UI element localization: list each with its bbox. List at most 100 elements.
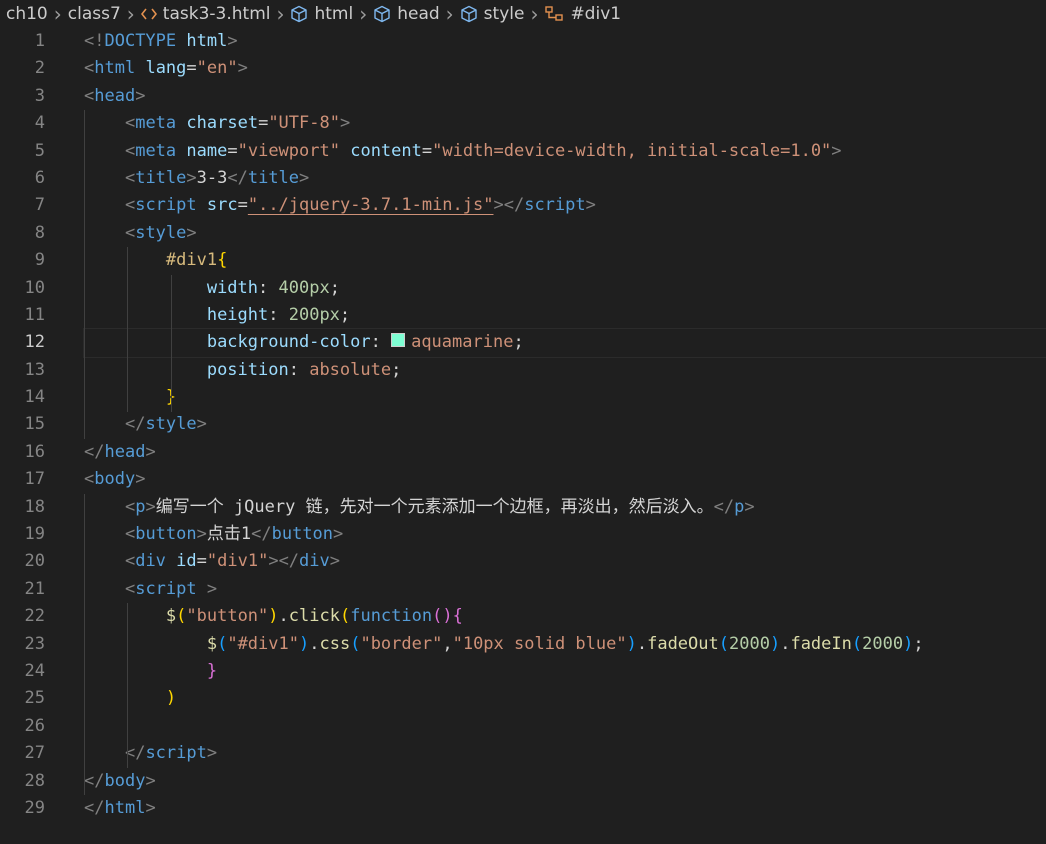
breadcrumb-label: html [314,4,354,24]
code-line[interactable]: height: 200px; [84,302,1046,329]
code-token: function [350,606,433,627]
line-number: 18 [24,496,45,517]
breadcrumb-item[interactable]: style [460,4,524,24]
code-icon [140,7,157,21]
code-line[interactable]: </body> [84,768,1046,795]
code-token: < [124,167,136,188]
code-token: #div1 [165,250,218,271]
code-line[interactable]: ) [84,685,1046,712]
code-token: <! [84,31,105,51]
code-token: aquamarine [411,332,514,353]
code-line[interactable]: </script> [84,740,1046,767]
breadcrumb-item[interactable]: #div1 [544,4,621,24]
indent-guide [127,603,128,768]
code-token: , [442,633,453,654]
line-number: 26 [24,715,45,736]
indent-guide [127,247,128,412]
code-token: html [104,797,146,818]
code-token: ) [268,606,279,627]
line-number-gutter: 1 2 3 4 5 6 7 8 9 10 11 12 13 14 15 16 17 18 19 20 21 22 23 24 2… [0,28,62,822]
code-line[interactable]: </html> [84,795,1046,822]
code-line[interactable]: <script > [84,576,1046,603]
code-line[interactable]: <div id="div1"></div> [84,548,1046,575]
code-line[interactable]: <meta charset="UTF-8"> [84,110,1046,137]
line-number: 21 [24,578,45,599]
code-token: < [124,524,136,545]
line-number: 12 [24,332,45,353]
code-line[interactable] [84,713,1046,740]
breadcrumb-label: ch10 [6,4,48,24]
breadcrumb-item[interactable]: class7 [68,4,121,24]
code-token: ( [176,606,187,627]
code-line[interactable]: <head> [84,83,1046,110]
code-token: > [206,743,218,764]
code-line[interactable]: #div1{ [84,247,1046,274]
code-token: = [186,58,197,79]
indent-guide [84,493,85,796]
code-token: < [124,551,136,572]
line-number: 25 [24,688,45,709]
code-line[interactable]: <title>3-3</title> [84,165,1046,192]
code-line[interactable]: <script src="../jquery-3.7.1-min.js"></s… [84,192,1046,219]
code-line[interactable]: width: 400px; [84,275,1046,302]
indent-guide [171,274,172,412]
code-token: background-color [206,332,371,353]
cube-icon [373,5,391,23]
code-line[interactable]: background-color: aquamarine; [83,328,1046,358]
code-line[interactable]: <p>编写一个 jQuery 链，先对一个元素添加一个边框，再淡出，然后淡入。<… [84,494,1046,521]
code-line[interactable]: <body> [84,466,1046,493]
code-token: ( [851,633,863,654]
code-line[interactable]: </style> [84,411,1046,438]
code-line[interactable]: } [84,658,1046,685]
code-line[interactable]: } [84,384,1046,411]
code-token: () [432,606,453,627]
line-number: 3 [34,85,45,106]
code-token: ( [217,633,228,654]
code-token: 3-3 [196,167,228,188]
color-swatch[interactable] [391,333,406,348]
breadcrumb-item[interactable]: ch10 [6,4,48,24]
line-number: 13 [24,359,45,380]
code-token: height [206,304,269,325]
code-token: > [329,551,341,572]
code-token: "../jquery-3.7.1-min.js" [247,195,494,216]
code-line[interactable]: $("button").click(function(){ [84,603,1046,630]
line-number: 4 [34,113,45,134]
code-area[interactable]: <!DOCTYPE html> <html lang="en"> <head> <m… [83,28,1046,822]
code-line[interactable]: <html lang="en"> [84,55,1046,82]
code-line[interactable]: <meta name="viewport" content="width=dev… [84,138,1046,165]
code-line[interactable]: <style> [84,220,1046,247]
code-token: : [288,359,310,380]
breadcrumb-label: #div1 [570,4,622,24]
line-number: 6 [34,167,45,188]
line-number: 29 [24,797,45,818]
code-token: meta [135,140,177,161]
code-token: < [124,496,136,517]
code-token: head [104,441,146,462]
code-line[interactable]: <!DOCTYPE html> [84,28,1046,55]
code-line[interactable]: $("#div1").css("border","10px solid blue… [84,631,1046,658]
code-token: "button" [186,606,269,627]
breadcrumb-item[interactable]: head [373,4,440,24]
line-number: 9 [34,250,45,271]
code-line[interactable]: </head> [84,439,1046,466]
code-line[interactable]: position: absolute; [84,357,1046,384]
code-token: ) [626,633,637,654]
breadcrumb-item[interactable]: task3-3.html [140,4,270,24]
code-line[interactable]: <button>点击1</button> [84,521,1046,548]
code-token: src [206,195,238,216]
code-token: > [135,85,146,106]
breadcrumb-item[interactable]: html [290,4,353,24]
code-token: $ [165,606,177,627]
code-editor[interactable]: 1 2 3 4 5 6 7 8 9 10 11 12 13 14 15 16 17 18 19 20 21 22 23 24 2… [0,28,1046,844]
code-token: < [124,578,136,599]
code-token: = [258,113,269,134]
